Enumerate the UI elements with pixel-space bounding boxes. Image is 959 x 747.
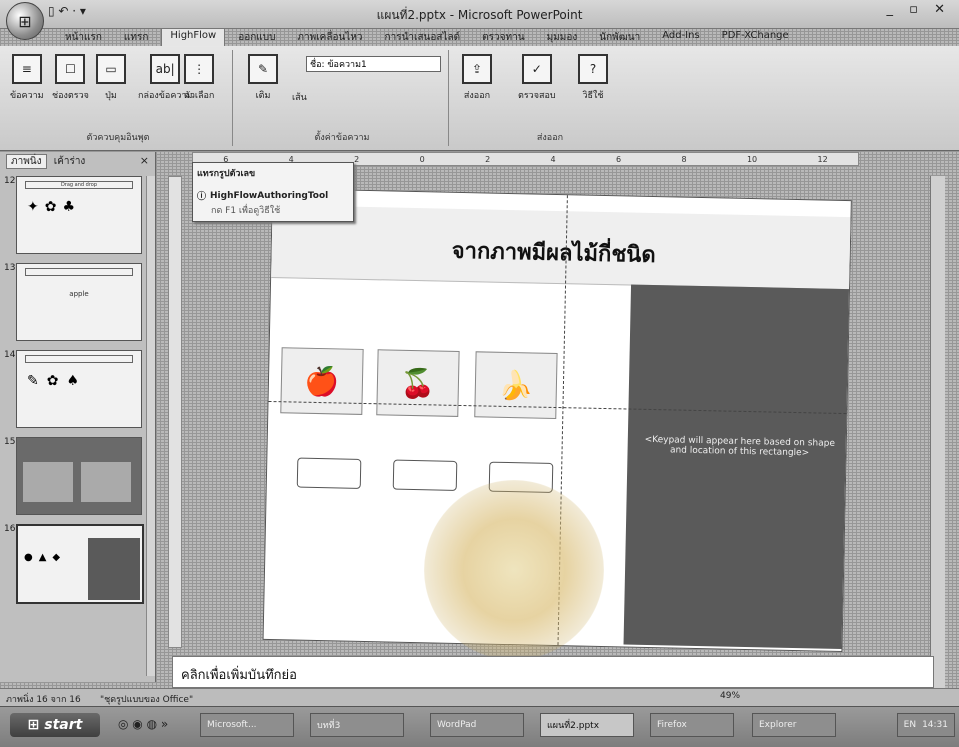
clock: 14:31 (922, 720, 948, 730)
group-label: ตัวควบคุมอินพุต (86, 133, 150, 143)
thumbnail-images: ✎✿♠ (27, 373, 88, 389)
taskbar-item[interactable]: บทที่3 (310, 713, 404, 737)
shape-name-field[interactable]: ชื่อ: ข้อความ1 (306, 56, 441, 72)
tab-slideshow[interactable]: การนำเสนอสไลด์ (376, 28, 470, 46)
help-button[interactable]: ? วิธีใช้ (578, 54, 608, 102)
taskbar-item[interactable]: Explorer (752, 713, 836, 737)
help-icon: ? (578, 54, 608, 84)
pane-tabs: ภาพนิ่ง เค้าร่าง (6, 154, 89, 169)
info-icon: ⓘ (197, 192, 207, 202)
slide-thumbnail[interactable]: 15 (4, 437, 146, 515)
slide-thumbnails: 12 Drag and drop ✦✿♣ 13 apple 14 ✎✿♠ 15 … (4, 176, 146, 611)
popup-title: แทรกรูปตัวเลข (197, 169, 256, 179)
ribbon-tabs: หน้าแรก แทรก HighFlow ออกแบบ ภาพเคลื่อนไ… (56, 28, 798, 46)
fill-button[interactable]: ✎ เติม (248, 54, 278, 102)
fruit-image-apple[interactable]: 🍎 (280, 347, 364, 415)
popup-note: กด F1 เพื่อดูวิธีใช้ (211, 206, 281, 216)
windows-logo-icon: ⊞ (27, 717, 45, 733)
tab-design[interactable]: ออกแบบ (229, 28, 284, 46)
check-button[interactable]: ✓ ตรวจสอบ (518, 54, 556, 102)
group-label: ตั้งค่าข้อความ (314, 133, 370, 143)
checkbox-button[interactable]: ☐ ช่องตรวจ (52, 54, 89, 102)
text-entry-button[interactable]: ≡ ข้อความ (10, 54, 44, 102)
tab-highflow[interactable]: HighFlow (161, 28, 226, 46)
thumbnail-keypad (88, 538, 140, 600)
option-button[interactable]: ⋮ ตัวเลือก (184, 54, 214, 102)
vertical-ruler (168, 176, 182, 648)
group-label: ส่งออก (536, 133, 564, 143)
status-bar: ภาพนิ่ง 16 จาก 16 "ชุดรูปแบบของ Office" … (0, 688, 959, 707)
window-controls[interactable]: _ ▫ ✕ (887, 2, 951, 17)
university-watermark (424, 480, 604, 660)
slide-header-band: จากภาพมีผลไม้กี่ชนิด (271, 205, 851, 291)
taskbar-item[interactable]: WordPad (430, 713, 524, 737)
tab-insert[interactable]: แทรก (115, 28, 157, 46)
check-icon: ✓ (521, 54, 552, 84)
slide-thumbnail-selected[interactable]: 16 ●▲◆ (4, 524, 146, 604)
taskbar-item[interactable]: Microsoft... (200, 713, 294, 737)
paint-brush-icon: ✎ (248, 54, 278, 84)
thumbnail-images: ✦✿♣ (27, 199, 82, 215)
export-icon: ⇪ (462, 54, 492, 84)
answer-box[interactable] (392, 459, 458, 491)
taskbar-item-active[interactable]: แผนที่2.pptx (540, 713, 634, 737)
keypad-placeholder-text: <Keypad will appear here based on shape … (644, 434, 836, 459)
title-bar: ▯ ↶ · ▾ แผนที่2.pptx - Microsoft PowerPo… (0, 0, 959, 29)
tab-animations[interactable]: ภาพเคลื่อนไหว (288, 28, 371, 46)
textbox-icon: ab| (150, 54, 181, 84)
slide-title[interactable]: จากภาพมีผลไม้กี่ชนิด (451, 233, 656, 272)
button-icon: ▭ (96, 54, 126, 84)
popup-item[interactable]: ⓘ HighFlowAuthoringTool (197, 189, 328, 203)
tab-home[interactable]: หน้าแรก (56, 28, 111, 46)
thumbnail-image (81, 462, 131, 502)
option-list-icon: ⋮ (184, 54, 215, 84)
thumbnail-image (23, 462, 73, 502)
theme-name: "ชุดรูปแบบของ Office" (100, 695, 194, 705)
notes-placeholder: คลิกเพื่อเพิ่มบันทึกย่อ (181, 668, 297, 683)
ribbon: ≡ ข้อความ ☐ ช่องตรวจ ▭ ปุ่ม ab| กล่องข้อ… (0, 46, 959, 151)
checkbox-icon: ☐ (55, 54, 86, 84)
slides-pane: ภาพนิ่ง เค้าร่าง × 12 Drag and drop ✦✿♣ … (0, 152, 156, 682)
slide-counter: ภาพนิ่ง 16 จาก 16 (6, 695, 81, 705)
slide-thumbnail[interactable]: 14 ✎✿♠ (4, 350, 146, 428)
group-export: ⇪ ส่งออก ✓ ตรวจสอบ ? วิธีใช้ ส่งออก (452, 50, 648, 146)
tab-addins[interactable]: Add-Ins (653, 28, 708, 46)
system-tray[interactable]: EN 14:31 (896, 713, 955, 737)
line-button[interactable]: เส้น (292, 90, 307, 104)
tab-pdfxchange[interactable]: PDF-XChange (713, 28, 798, 46)
tab-developer[interactable]: นักพัฒนา (590, 28, 649, 46)
insert-number-popup: แทรกรูปตัวเลข ⓘ HighFlowAuthoringTool กด… (192, 162, 354, 222)
editor-scrollbar[interactable] (930, 176, 945, 696)
keypad-placeholder[interactable]: <Keypad will appear here based on shape … (623, 284, 850, 650)
push-button[interactable]: ▭ ปุ่ม (96, 54, 126, 102)
answer-box[interactable] (296, 457, 362, 489)
group-input-controls: ≡ ข้อความ ☐ ช่องตรวจ ▭ ปุ่ม ab| กล่องข้อ… (4, 50, 233, 146)
office-button[interactable]: ⊞ (6, 2, 44, 40)
fruit-image-banana[interactable]: 🍌 (474, 351, 558, 420)
tab-review[interactable]: ตรวจทาน (473, 28, 533, 46)
export-button[interactable]: ⇪ ส่งออก (462, 54, 492, 102)
taskbar: ⊞ start ◎ ◉ ◍ » Microsoft... บทที่3 Word… (0, 706, 959, 747)
thumbnail-images: ●▲◆ (24, 552, 67, 563)
start-button[interactable]: ⊞ start (10, 713, 100, 737)
slide-thumbnail[interactable]: 12 Drag and drop ✦✿♣ (4, 176, 146, 254)
taskbar-item[interactable]: Firefox (650, 713, 734, 737)
fruit-image-cherry[interactable]: 🍒 (376, 349, 460, 417)
office-logo-icon: ⊞ (18, 11, 32, 31)
tab-slides[interactable]: ภาพนิ่ง (6, 154, 47, 169)
quick-launch[interactable]: ◎ ◉ ◍ » (118, 717, 168, 731)
window-title: แผนที่2.pptx - Microsoft PowerPoint (376, 8, 583, 22)
tab-outline[interactable]: เค้าร่าง (50, 155, 90, 168)
close-icon[interactable]: × (140, 154, 149, 167)
zoom-level[interactable]: 49% (720, 691, 740, 701)
notes-pane[interactable]: คลิกเพื่อเพิ่มบันทึกย่อ (172, 656, 934, 688)
text-entry-icon: ≡ (11, 54, 42, 84)
language-indicator[interactable]: EN (904, 720, 916, 730)
slide-thumbnail[interactable]: 13 apple (4, 263, 146, 341)
tab-view[interactable]: มุมมอง (538, 28, 587, 46)
group-format: ✎ เติม เส้น ชื่อ: ข้อความ1 ตั้งค่าข้อควา… (236, 50, 449, 146)
pane-scrollbar[interactable] (146, 176, 155, 676)
